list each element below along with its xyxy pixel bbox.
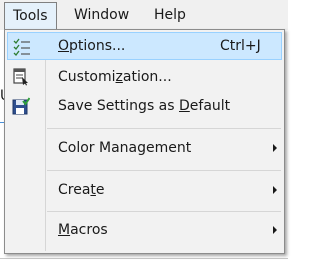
- menu-item-options-label: Options...: [58, 38, 126, 54]
- menu-separator: [47, 170, 281, 171]
- menu-item-save-settings-label: Save Settings as Default: [58, 98, 231, 114]
- submenu-arrow-icon: [273, 144, 277, 152]
- customize-window-icon: [12, 68, 30, 86]
- menu-item-macros[interactable]: Macros: [7, 216, 282, 244]
- menubar-tools[interactable]: Tools: [4, 2, 57, 30]
- menu-bar: Tools Window Help: [0, 0, 288, 30]
- menu-item-color-management[interactable]: Color Management: [7, 134, 282, 162]
- menu-item-save-settings[interactable]: Save Settings as Default: [7, 92, 282, 120]
- save-settings-icon: [12, 97, 31, 115]
- submenu-arrow-icon: [273, 186, 277, 194]
- menubar-window[interactable]: Window: [66, 3, 137, 27]
- submenu-arrow-icon: [273, 226, 277, 234]
- menu-separator: [47, 211, 281, 212]
- background-divider-bottom: [0, 258, 288, 259]
- menu-separator: [47, 128, 281, 129]
- menu-item-create[interactable]: Create: [7, 176, 282, 204]
- options-list-icon: [13, 38, 31, 56]
- menu-item-customization[interactable]: Customization...: [7, 63, 282, 91]
- menu-item-options-shortcut: Ctrl+J: [220, 38, 261, 54]
- menu-item-create-label: Create: [58, 182, 105, 198]
- menu-item-macros-label: Macros: [58, 222, 108, 238]
- tools-menu: Options... Ctrl+J Customization... Save: [4, 29, 285, 254]
- menu-item-options[interactable]: Options... Ctrl+J: [7, 32, 282, 60]
- menubar-help[interactable]: Help: [146, 3, 194, 27]
- menu-item-customization-label: Customization...: [58, 69, 172, 85]
- menu-item-color-management-label: Color Management: [58, 140, 192, 156]
